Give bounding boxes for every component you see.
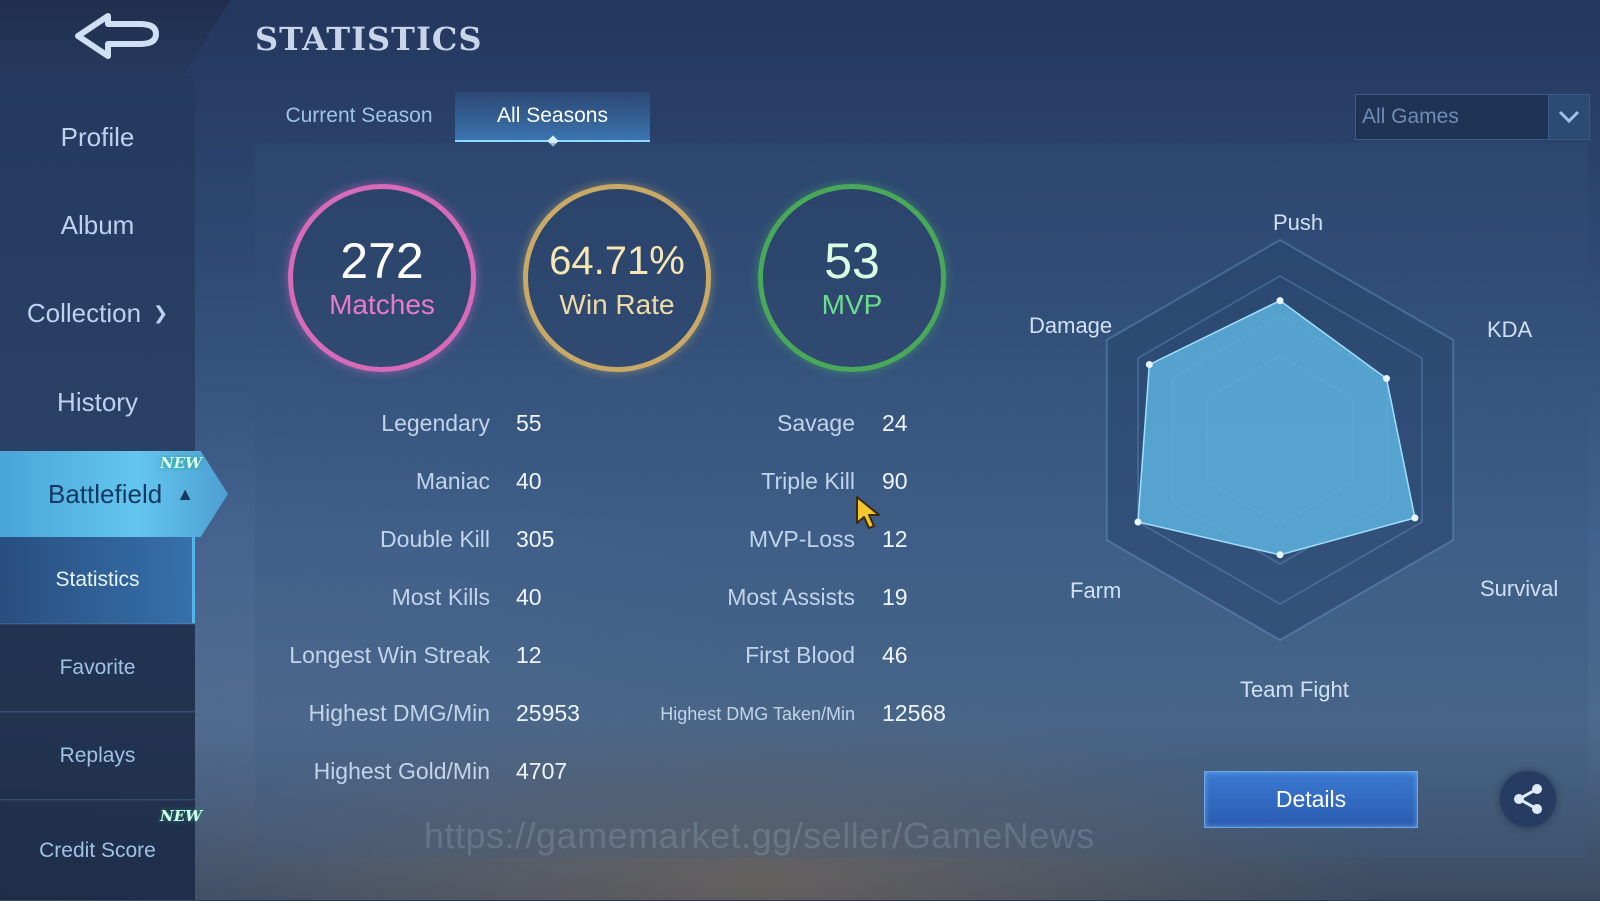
sidebar-item-collection[interactable]: Collection ❯ [0,283,195,343]
radar-point-kda [1383,375,1391,382]
sidebar-item-label: Statistics [55,568,140,591]
new-badge: NEW [160,807,202,825]
stat-label: Highest DMG/Min [308,700,490,726]
stat-value: 25953 [516,700,580,726]
new-badge: NEW [160,454,202,472]
sidebar-item-replays[interactable]: Replays [0,713,195,800]
win-rate-value: 64.71% [549,239,685,283]
stat-label: Triple Kill [761,468,855,494]
share-button[interactable] [1500,771,1556,827]
stat-label: Highest DMG Taken/Min [660,704,855,724]
stat-value: 40 [516,584,542,610]
details-label: Details [1275,786,1347,812]
radar-label-kda: KDA [1487,317,1533,342]
stat-value: 46 [882,642,908,668]
stat-label: Savage [776,410,855,436]
details-button[interactable]: Details [1204,771,1418,828]
mouse-cursor-icon [856,496,880,529]
radar-point-team-fight [1276,551,1284,559]
page-title: STATISTICS [255,20,483,58]
watermark-text: https://gamemarket.gg/seller/GameNews [424,815,1095,856]
sidebar-item-profile[interactable]: Profile [0,107,195,167]
radar-point-damage [1145,361,1153,369]
stat-value: 12568 [882,700,946,726]
sidebar-item-label: Battlefield [48,478,163,509]
chevron-down-icon: ❯ [153,302,169,323]
stat-label: Longest Win Streak [289,642,490,668]
stat-label: Most Assists [727,584,855,610]
stat-value: 4707 [516,758,568,784]
matches-stat: 272 Matches [288,184,476,372]
stat-label: Highest Gold/Min [313,758,490,784]
stat-label: MVP-Loss [748,526,855,552]
matches-label: Matches [329,289,435,320]
stat-label: Double Kill [380,526,490,552]
sidebar-item-label: Profile [60,121,135,152]
radar-label-team-fight: Team Fight [1240,677,1349,702]
stat-value: 305 [516,526,555,552]
share-icon [1514,784,1542,814]
radar-point-survival [1411,514,1419,522]
matches-value: 272 [340,233,424,289]
tab-all-seasons[interactable]: All Seasons [455,92,650,142]
radar-point-push [1276,297,1284,305]
stat-value: 19 [882,584,908,610]
radar-label-push: Push [1273,210,1324,235]
mvp-label: MVP [821,289,883,320]
stat-value: 24 [882,410,908,436]
radar-label-farm: Farm [1070,578,1122,603]
mvp-value: 53 [824,233,880,289]
back-button[interactable] [0,0,230,76]
stat-value: 12 [882,526,908,552]
stat-value: 12 [516,642,542,668]
sidebar-item-favorite[interactable]: Favorite [0,625,195,712]
stat-value: 40 [516,468,542,494]
tab-label: Current Season [285,104,433,127]
performance-radar [1105,238,1455,642]
stat-value: 90 [882,468,908,494]
sidebar-item-history[interactable]: History [0,372,195,432]
chevron-up-icon: ▲ [176,483,195,504]
back-arrow-icon [75,13,159,59]
sidebar-item-album[interactable]: Album [0,195,195,255]
sidebar-item-label: Album [60,209,135,240]
stat-label: Legendary [381,410,490,436]
dropdown-value: All Games [1362,105,1459,128]
sidebar-item-label: History [57,386,138,417]
tab-current-season[interactable]: Current Season [264,92,454,140]
stat-label: Most Kills [391,584,490,610]
stat-label: Maniac [415,468,490,494]
sidebar-item-label: Replays [59,744,136,767]
radar-label-damage: Damage [1029,313,1113,338]
radar-label-survival: Survival [1480,576,1559,601]
sidebar-item-label: Credit Score [39,838,156,862]
sidebar-item-label: Favorite [59,656,136,679]
stat-label: First Blood [745,642,855,668]
stat-value: 55 [516,410,542,436]
chevron-down-icon [1548,95,1589,139]
game-mode-dropdown[interactable]: All Games [1355,94,1590,140]
sidebar-item-statistics[interactable]: Statistics [0,537,195,624]
sidebar-item-label: Collection [26,297,142,328]
tab-label: All Seasons [497,104,608,127]
mvp-stat: 53 MVP [758,184,946,372]
win-rate-stat: 64.71% Win Rate [523,184,711,372]
win-rate-label: Win Rate [559,289,675,320]
radar-point-farm [1134,518,1142,526]
